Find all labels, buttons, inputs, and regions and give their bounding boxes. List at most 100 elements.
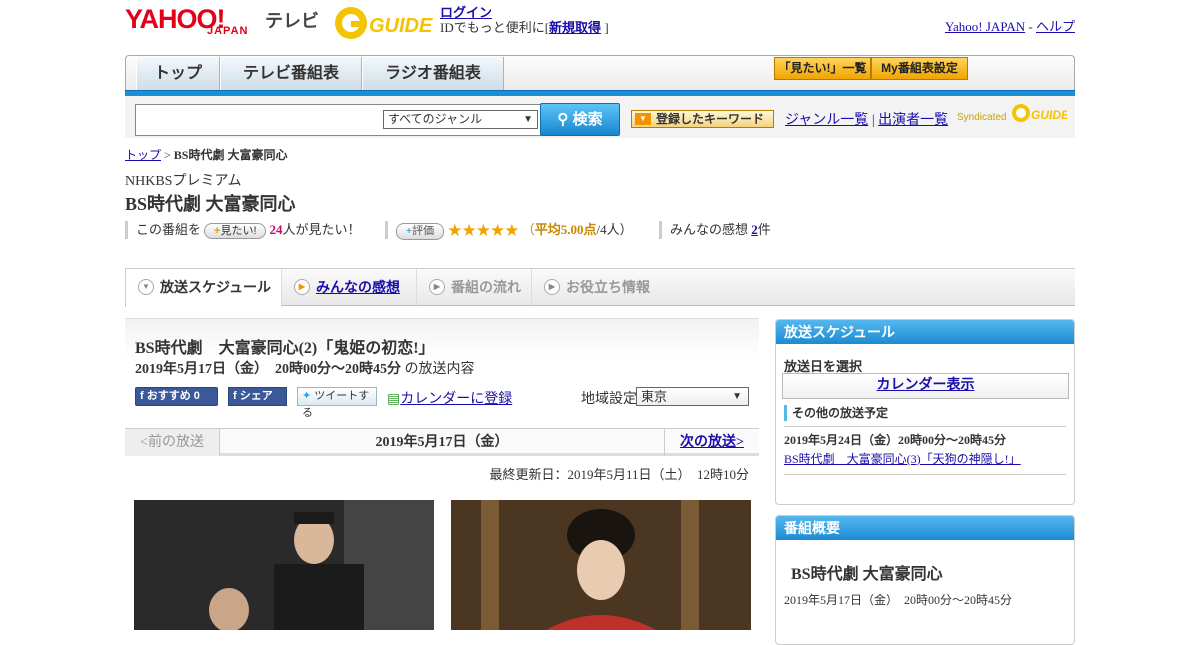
region-label: 地域設定 (581, 392, 637, 407)
divider (784, 426, 1066, 427)
genre-select-value: すべてのジャンル (388, 112, 483, 126)
last-updated: 最終更新日：2019年5月11日（土） 12時10分 (489, 467, 749, 482)
nav-tab-top[interactable]: トップ (136, 57, 220, 90)
subtab-schedule[interactable]: ▼ 放送スケジュール (125, 269, 282, 307)
facebook-icon: f (140, 390, 144, 402)
next-broadcast-link[interactable]: 次の放送> (664, 429, 759, 456)
help-link[interactable]: ヘルプ (1036, 19, 1075, 34)
program-meta: この番組を +見たい! 24人が見たい！ +評価 ★★★★★ （平均5.00点/… (125, 221, 1075, 241)
main-nav: トップ テレビ番組表 ラジオ番組表 「見たい!」一覧 My番組表設定 (125, 55, 1075, 93)
photo-scene-2 (451, 500, 751, 630)
mitai-list-button[interactable]: 「見たい!」一覧 (774, 57, 871, 80)
subtab-label: お役立ち情報 (566, 279, 650, 295)
rate-button[interactable]: +評価 (396, 222, 444, 240)
region-select-value: 東京 (641, 389, 668, 404)
mitai-section: この番組を +見たい! 24人が見たい！ (125, 221, 361, 240)
keyword-button[interactable]: ▼ 登録したキーワード (631, 110, 774, 128)
yahoo-japan-link[interactable]: Yahoo! JAPAN (945, 19, 1025, 34)
genre-list-link[interactable]: ジャンル一覧 (785, 113, 868, 128)
rate-button-label: 評価 (412, 224, 435, 237)
gguide-small-logo: GUIDE (1012, 104, 1067, 122)
yahoo-japan-logo-text: JAPAN (207, 25, 249, 37)
calendar-register-link[interactable]: ▤カレンダーに登録 (387, 388, 512, 408)
episode-title: BS時代劇 大富豪同心(2)「鬼姫の初恋!」 (135, 340, 435, 357)
subtab-info: ▶ お役立ち情報 (532, 269, 667, 306)
tv-logo-text[interactable]: テレビ (265, 7, 319, 33)
breadcrumb-top-link[interactable]: トップ (125, 148, 161, 162)
svg-text:GUIDE: GUIDE (369, 15, 433, 37)
signup-link[interactable]: 新規取得 (549, 20, 601, 35)
facebook-recommend-button[interactable]: f おすすめ 0 (135, 387, 218, 406)
rating-people: /4人） (596, 222, 633, 237)
sidebar-summary: 番組概要 BS時代劇 大富豪同心 2019年5月17日（金） 20時00分～20… (775, 515, 1075, 645)
gguide-logo[interactable]: GUIDE (333, 5, 433, 41)
recommend-label: おすすめ 0 (146, 390, 200, 402)
channel-name: NHKBSプレミアム (125, 174, 242, 189)
page-title: BS時代劇 大富豪同心 (125, 194, 296, 214)
svg-text:GUIDE: GUIDE (1031, 108, 1067, 122)
calendar-plus-icon: ▤ (387, 392, 401, 407)
login-link[interactable]: ログイン (440, 5, 492, 20)
broadcast-pager: <前の放送 2019年5月17日（金） 次の放送> (125, 428, 759, 456)
twitter-bird-icon: ✦ (302, 390, 312, 402)
sidebar-schedule-header: 放送スケジュール (776, 320, 1074, 344)
search-button[interactable]: ⚲ 検索 (540, 103, 620, 136)
episode-date-line: 2019年5月17日（金） 20時00分～20時45分 の放送内容 (135, 358, 475, 378)
mitai-button-label: 見たい! (220, 225, 257, 238)
chevron-right-icon: ▶ (429, 279, 445, 295)
sidebar-schedule: 放送スケジュール 放送日を選択 カレンダー表示 その他の放送予定 2019年5月… (775, 319, 1075, 505)
next-schedule-link[interactable]: BS時代劇 大富豪同心(3)「天狗の神隠し!」 (784, 450, 1021, 467)
other-schedule-label: その他の放送予定 (784, 405, 888, 421)
syndicated-label: Syndicated (957, 112, 1007, 123)
summary-date: 2019年5月17日（金） 20時00分～20時45分 (784, 593, 1013, 607)
search-bar: すべてのジャンル ▼ ⚲ 検索 ▼ 登録したキーワード ジャンル一覧 | 出演者… (125, 96, 1075, 138)
subtab-label: 放送スケジュール (160, 279, 272, 295)
genre-links: ジャンル一覧 | 出演者一覧 (785, 109, 948, 129)
nav-tab-radio-schedule[interactable]: ラジオ番組表 (362, 57, 504, 90)
nav-tab-tv-schedule[interactable]: テレビ番組表 (220, 57, 362, 90)
login-box: ログイン IDでもっと便利に[新規取得 ] (440, 5, 609, 35)
summary-title: BS時代劇 大富豪同心 (791, 566, 943, 583)
subtab-flow: ▶ 番組の流れ (417, 269, 532, 306)
rating-section: +評価 ★★★★★ （平均5.00点/4人） (385, 221, 633, 241)
my-schedule-button[interactable]: My番組表設定 (871, 57, 968, 80)
mitai-button[interactable]: +見たい! (204, 223, 267, 240)
share-label: シェア (239, 390, 273, 402)
top-link-separator: - (1028, 19, 1033, 34)
chevron-right-icon: ▶ (544, 279, 560, 295)
facebook-share-button[interactable]: f シェア (228, 387, 287, 406)
breadcrumb-separator: > (161, 148, 174, 162)
subtab-label: 番組の流れ (451, 279, 521, 295)
signup-close: ] (601, 20, 609, 35)
photo-scene-1 (134, 500, 434, 630)
subtab-comments[interactable]: ▶ みんなの感想 (282, 269, 417, 306)
performer-list-link[interactable]: 出演者一覧 (878, 113, 948, 128)
dropdown-arrow-icon: ▼ (523, 114, 533, 125)
episode-photo-2 (451, 500, 751, 630)
tweet-button[interactable]: ✦ ツイートする (297, 387, 377, 419)
dropdown-arrow-icon: ▼ (732, 391, 742, 402)
link-separator: | (871, 113, 875, 128)
calendar-button[interactable]: カレンダー表示 (782, 373, 1069, 399)
star-rating-icon: ★★★★★ (447, 221, 519, 241)
subtab-label: みんなの感想 (316, 279, 400, 295)
triangle-down-icon: ▼ (635, 113, 651, 125)
region-select[interactable]: 東京 ▼ (636, 387, 749, 406)
next-schedule-date: 2019年5月24日（金）20時00分～20時45分 (784, 433, 1007, 447)
episode-date: 2019年5月17日（金） 20時00分～20時45分 (135, 362, 401, 377)
divider (784, 474, 1066, 475)
prev-broadcast: <前の放送 (125, 429, 220, 456)
current-broadcast-date: 2019年5月17日（金） (375, 435, 509, 450)
breadcrumb-current: BS時代劇 大富豪同心 (173, 148, 288, 162)
comments-label: みんなの感想 (670, 222, 749, 237)
search-button-label: 検索 (572, 111, 603, 128)
program-subtabs: ▼ 放送スケジュール ▶ みんなの感想 ▶ 番組の流れ ▶ お役立ち情報 (125, 268, 1075, 307)
login-text: IDでもっと便利に[ (440, 20, 550, 35)
calendar-register-label: カレンダーに登録 (400, 392, 513, 407)
chevron-right-icon: ▶ (294, 279, 310, 295)
chevron-down-icon: ▼ (138, 279, 154, 295)
rating-open: （ (521, 222, 535, 237)
search-icon: ⚲ (557, 111, 569, 128)
keyword-button-label: 登録したキーワード (656, 112, 765, 126)
genre-select[interactable]: すべてのジャンル ▼ (383, 110, 538, 129)
